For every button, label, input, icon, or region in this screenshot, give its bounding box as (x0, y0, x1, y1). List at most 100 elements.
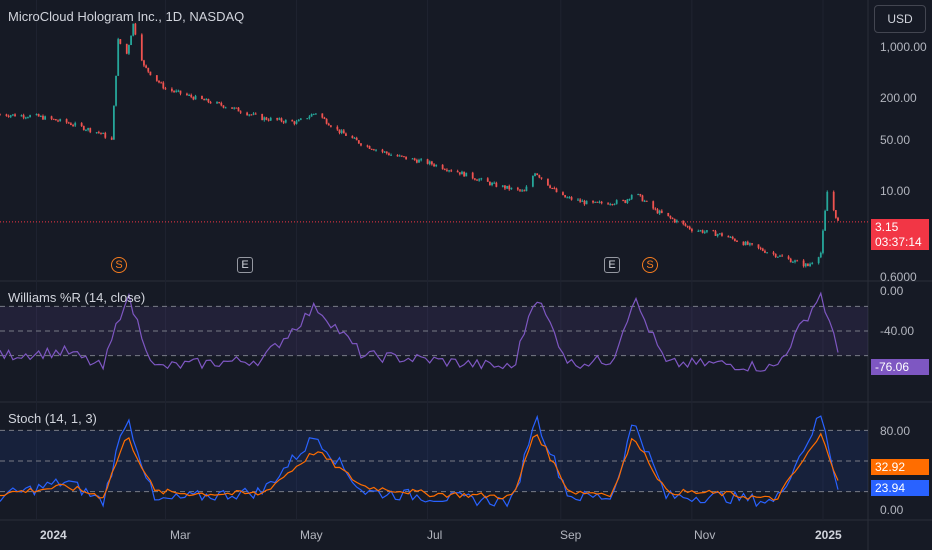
candle-body (29, 115, 31, 118)
candle-body (179, 90, 182, 94)
candle-body (817, 257, 820, 264)
candle-body (59, 119, 62, 122)
stoch-k-badge: 23.94 (871, 480, 929, 496)
williams-value-badge: -76.06 (871, 359, 929, 375)
candle-body (562, 192, 564, 196)
stoch-tick: 80.00 (880, 424, 911, 438)
candle-body (398, 155, 401, 157)
candle-body (87, 128, 89, 130)
candle-body (261, 114, 264, 121)
candle-body (110, 137, 113, 140)
williams-label[interactable]: Williams %R (14, close) (8, 290, 145, 305)
candle-body (336, 126, 339, 130)
williams-tick: 0.00 (880, 284, 904, 298)
candle-body (688, 226, 691, 230)
candle-body (100, 132, 102, 134)
candle-body (7, 115, 10, 117)
candle-body (368, 146, 371, 149)
candle-body (188, 94, 190, 96)
currency-button[interactable]: USD (874, 5, 926, 33)
candle-body (70, 123, 72, 126)
candle-body (804, 263, 807, 267)
candle-body (297, 119, 300, 122)
candle-body (372, 149, 375, 151)
candle-body (630, 194, 633, 199)
candle-body (117, 39, 120, 76)
candle-body (656, 209, 659, 214)
candle-body (104, 132, 107, 138)
candle-body (224, 107, 227, 109)
candle-body (267, 119, 270, 121)
candle-body (246, 112, 249, 116)
candle-body (811, 263, 814, 265)
chart-title: MicroCloud Hologram Inc., 1D, NASDAQ (8, 9, 245, 24)
candle-body (411, 158, 414, 160)
candle-body (531, 175, 534, 187)
candle-body (645, 200, 648, 202)
candle-body (508, 185, 511, 190)
candle-body (435, 164, 438, 167)
candle-body (140, 34, 143, 61)
event-e-icon[interactable]: E (604, 257, 620, 273)
candle-body (471, 172, 474, 179)
candle-body (581, 200, 584, 202)
candle-body (413, 158, 416, 160)
chart-canvas[interactable] (0, 0, 932, 550)
candle-body (218, 102, 221, 104)
candle-body (525, 186, 528, 192)
candle-body (418, 159, 420, 163)
candle-body (158, 80, 160, 83)
candle-body (89, 128, 92, 133)
candle-body (164, 88, 167, 90)
candle-body (250, 114, 253, 116)
candle-body (549, 185, 551, 188)
candle-body (757, 244, 760, 248)
candle-body (5, 114, 8, 116)
candle-body (501, 185, 504, 187)
candle-body (703, 231, 706, 233)
stoch-label[interactable]: Stoch (14, 1, 3) (8, 411, 97, 426)
candle-body (192, 96, 195, 100)
candle-body (822, 230, 824, 253)
event-s-icon[interactable]: S (642, 257, 658, 273)
candle-body (194, 95, 197, 100)
candle-body (682, 220, 685, 224)
candle-body (540, 177, 543, 179)
candle-body (155, 75, 158, 81)
candle-body (97, 132, 100, 134)
candle-body (299, 118, 302, 120)
candle-body (57, 120, 59, 122)
candle-body (671, 217, 674, 219)
candle-body (170, 88, 173, 91)
candle-body (433, 164, 435, 167)
time-tick: May (300, 528, 323, 542)
candle-body (796, 260, 799, 262)
candle-body (837, 217, 839, 221)
candle-body (716, 234, 719, 236)
candle-body (420, 159, 423, 161)
candle-body (276, 117, 279, 120)
candle-body (52, 118, 55, 120)
candle-body (415, 159, 418, 163)
candle-body (577, 199, 579, 201)
candle-body (248, 114, 251, 116)
candle-body (426, 159, 429, 164)
event-s-icon[interactable]: S (111, 257, 127, 273)
candle-body (446, 169, 448, 171)
candle-body (327, 123, 330, 126)
candle-body (789, 258, 792, 263)
candle-body (622, 200, 625, 202)
time-tick: 2024 (40, 528, 67, 542)
event-e-icon[interactable]: E (237, 257, 253, 273)
candle-body (478, 179, 481, 181)
candle-body (50, 116, 53, 119)
candle-body (465, 172, 468, 177)
candle-body (325, 118, 328, 124)
candle-body (366, 145, 369, 147)
candle-body (130, 35, 132, 46)
candle-body (82, 126, 85, 131)
candle-body (278, 118, 281, 120)
candle-body (461, 171, 463, 175)
candle-body (690, 229, 693, 232)
candle-body (390, 154, 392, 156)
